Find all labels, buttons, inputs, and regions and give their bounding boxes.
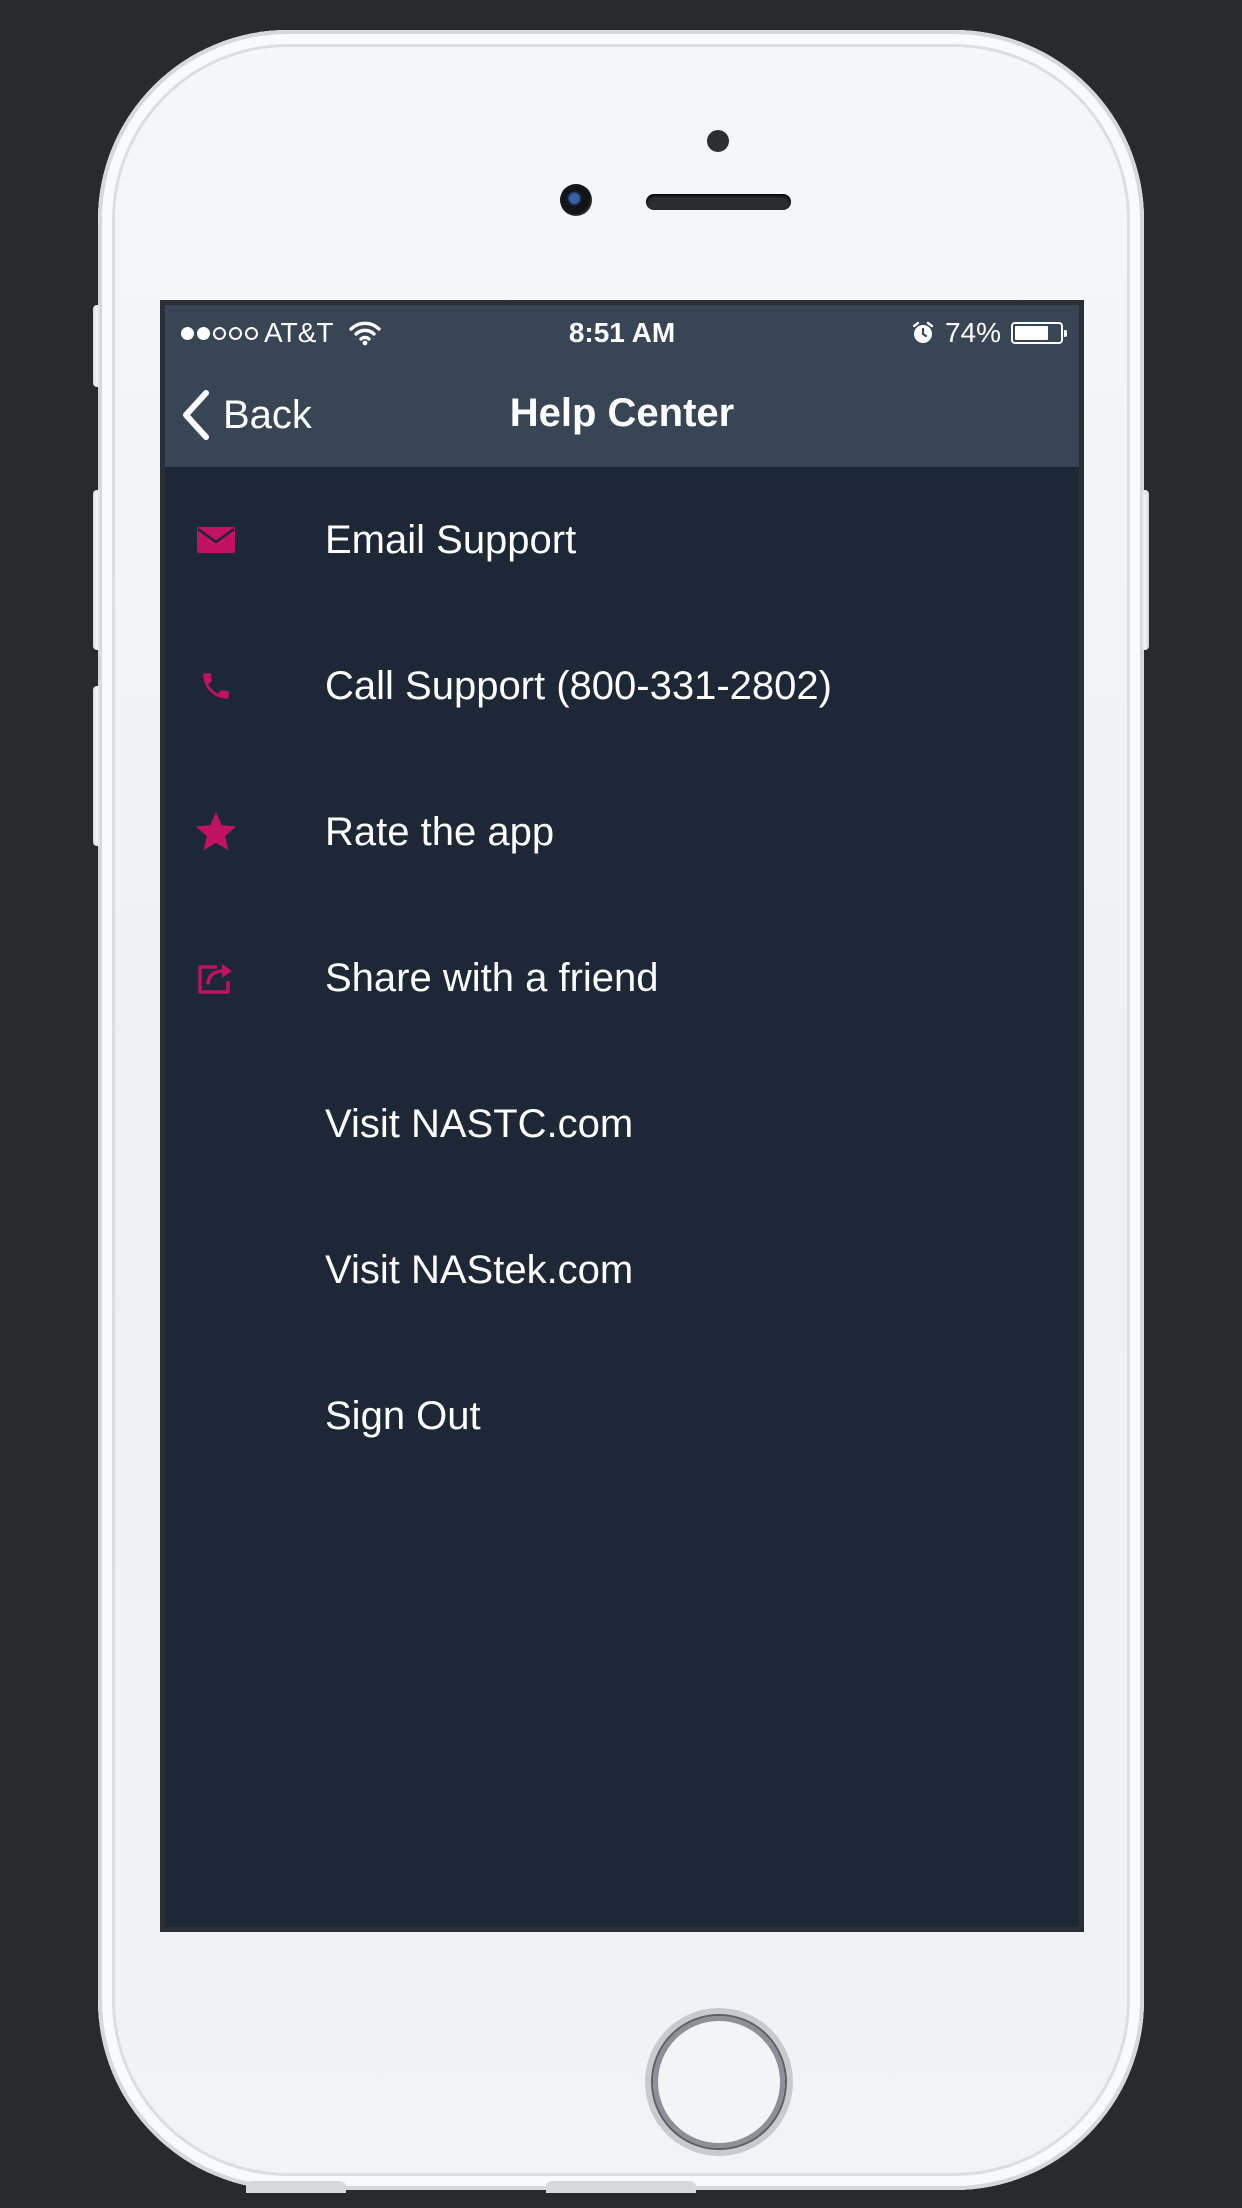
status-bar: AT&T 8:51 AM 74% bbox=[165, 305, 1079, 365]
volume-up-button bbox=[93, 490, 101, 650]
share-icon bbox=[191, 953, 241, 1003]
mute-switch bbox=[93, 305, 101, 387]
bottom-notch-center bbox=[546, 2181, 696, 2193]
star-icon bbox=[191, 807, 241, 857]
front-camera bbox=[560, 184, 592, 216]
menu-item-visit-nastek[interactable]: Visit NAStek.com bbox=[165, 1197, 1079, 1343]
menu-item-label: Email Support bbox=[325, 518, 577, 562]
earpiece-speaker bbox=[646, 194, 791, 210]
volume-down-button bbox=[93, 686, 101, 846]
bottom-notch-left bbox=[246, 2181, 346, 2193]
menu-item-share[interactable]: Share with a friend bbox=[165, 905, 1079, 1051]
menu-item-rate-app[interactable]: Rate the app bbox=[165, 759, 1079, 905]
screen: AT&T 8:51 AM 74% Back Help Center Email … bbox=[160, 300, 1084, 1932]
status-right: 74% bbox=[911, 317, 1067, 349]
proximity-sensor bbox=[707, 130, 729, 152]
envelope-icon bbox=[191, 515, 241, 565]
battery-percent: 74% bbox=[944, 317, 1001, 348]
phone-icon bbox=[191, 661, 241, 711]
back-button[interactable]: Back bbox=[181, 389, 312, 441]
battery-icon bbox=[1011, 322, 1067, 344]
menu-item-label: Visit NAStek.com bbox=[325, 1248, 634, 1292]
menu-item-label: Sign Out bbox=[325, 1394, 481, 1438]
menu-item-label: Share with a friend bbox=[325, 956, 659, 1000]
menu-item-email-support[interactable]: Email Support bbox=[165, 467, 1079, 613]
home-button[interactable] bbox=[651, 2014, 787, 2150]
back-label: Back bbox=[223, 392, 312, 437]
battery-level-fill bbox=[1015, 326, 1048, 340]
navigation-bar: Back Help Center bbox=[165, 365, 1079, 467]
menu-item-label: Visit NASTC.com bbox=[325, 1102, 634, 1146]
chevron-left-icon bbox=[181, 389, 211, 441]
menu-item-call-support[interactable]: Call Support (800-331-2802) bbox=[165, 613, 1079, 759]
menu-item-visit-nastc[interactable]: Visit NASTC.com bbox=[165, 1051, 1079, 1197]
menu-item-label: Rate the app bbox=[325, 810, 555, 854]
power-button bbox=[1141, 490, 1149, 650]
menu-item-sign-out[interactable]: Sign Out bbox=[165, 1343, 1079, 1489]
alarm-icon bbox=[911, 321, 935, 345]
menu-item-label: Call Support (800-331-2802) bbox=[325, 664, 832, 708]
